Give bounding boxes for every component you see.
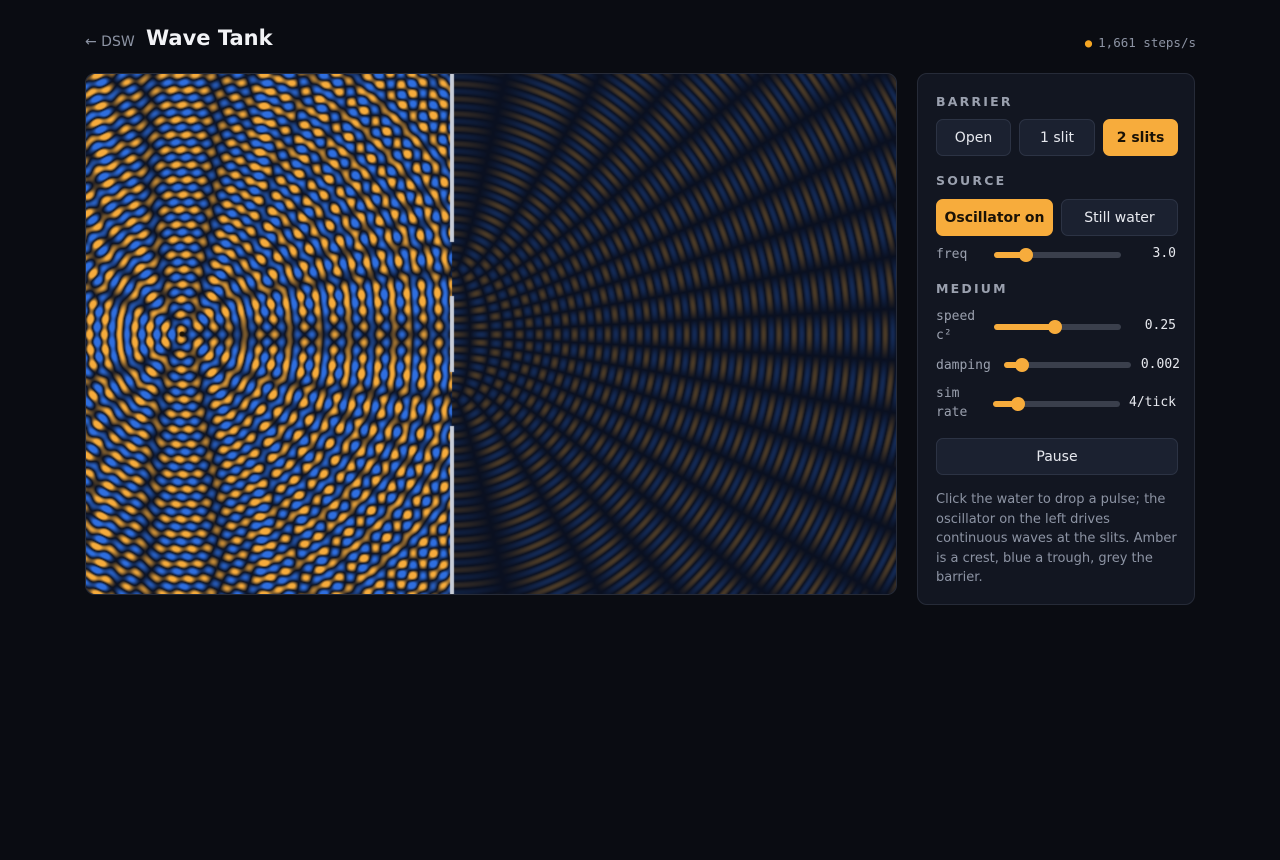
- sim-rate-slider-thumb[interactable]: [1011, 397, 1026, 411]
- speed-slider-thumb[interactable]: [1047, 320, 1062, 334]
- barrier-section-label: BARRIER: [936, 94, 1013, 109]
- barrier-open-button[interactable]: Open: [936, 119, 1011, 156]
- still-water-button[interactable]: Still water: [1061, 199, 1178, 236]
- pause-button[interactable]: Pause: [936, 438, 1178, 475]
- damping-label: damping: [936, 358, 991, 373]
- wave-canvas[interactable]: [86, 74, 896, 594]
- speed-slider-fill: [994, 324, 1055, 330]
- damping-slider-thumb[interactable]: [1014, 358, 1029, 372]
- barrier-one-slit-button[interactable]: 1 slit: [1019, 119, 1095, 156]
- damping-value: 0.002: [1140, 357, 1180, 372]
- header: ← DSW Wave Tank ● 1,661 steps/s: [85, 26, 1196, 56]
- freq-slider-thumb[interactable]: [1018, 248, 1033, 262]
- help-text: Click the water to drop a pulse; the osc…: [936, 492, 1177, 585]
- barrier-two-slits-button[interactable]: 2 slits: [1103, 119, 1178, 156]
- speed-label: speed c²: [936, 309, 976, 343]
- freq-value: 3.0: [1152, 246, 1176, 261]
- control-panel: BARRIER Open 1 slit 2 slits SOURCE Oscil…: [917, 73, 1195, 605]
- status-readout: ● 1,661 steps/s: [1085, 35, 1196, 50]
- freq-label: freq: [936, 247, 968, 262]
- speed-value: 0.25: [1144, 318, 1176, 333]
- sim-rate-label: sim rate: [936, 386, 968, 420]
- wave-tank[interactable]: [85, 73, 897, 595]
- back-link[interactable]: ← DSW: [85, 34, 135, 50]
- medium-section-label: MEDIUM: [936, 281, 1008, 296]
- sim-rate-value: 4/tick: [1129, 395, 1176, 410]
- oscillator-on-button[interactable]: Oscillator on: [936, 199, 1053, 236]
- status-dot-icon: ●: [1084, 36, 1093, 50]
- page-title: Wave Tank: [146, 26, 273, 50]
- steps-per-second: 1,661 steps/s: [1098, 35, 1196, 50]
- damping-slider[interactable]: [1004, 358, 1131, 372]
- freq-slider[interactable]: [994, 248, 1121, 262]
- sim-rate-slider[interactable]: [993, 397, 1120, 411]
- source-section-label: SOURCE: [936, 173, 1007, 188]
- speed-slider[interactable]: [994, 320, 1121, 334]
